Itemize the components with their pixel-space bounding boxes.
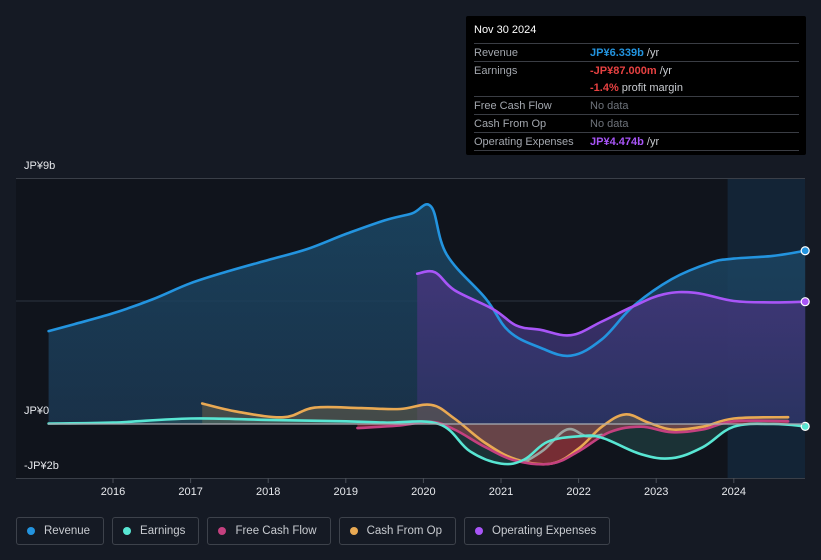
tooltip-value: -JP¥87.000m /yr bbox=[590, 63, 672, 79]
legend-label: Earnings bbox=[140, 525, 186, 537]
x-tick-label: 2020 bbox=[411, 486, 435, 498]
x-tick-label: 2017 bbox=[178, 486, 202, 498]
x-tick-label: 2019 bbox=[334, 486, 358, 498]
tooltip-value: No data bbox=[590, 116, 629, 132]
tooltip-value-amount: -JP¥87.000m bbox=[590, 65, 657, 77]
legend-label: Free Cash Flow bbox=[235, 525, 317, 537]
legend-dot-icon bbox=[475, 527, 484, 535]
tooltip: Nov 30 2024 Revenue JP¥6.339b /yr Earnings… bbox=[466, 16, 806, 155]
legend-item-cash-from-op[interactable]: Cash From Op bbox=[338, 517, 457, 545]
tooltip-key: Cash From Op bbox=[474, 118, 547, 130]
end-marker-operating-expenses[interactable] bbox=[800, 297, 810, 307]
legend-item-earnings[interactable]: Earnings bbox=[112, 517, 200, 545]
tooltip-value: -1.4% profit margin bbox=[590, 80, 683, 96]
tooltip-value: JP¥4.474b /yr bbox=[590, 134, 659, 150]
tooltip-row-operating-expenses: Operating Expenses JP¥4.474b /yr bbox=[474, 133, 799, 151]
tooltip-value-amount: No data bbox=[590, 100, 629, 112]
tooltip-value-unit: /yr bbox=[643, 136, 660, 148]
tooltip-row-revenue: Revenue JP¥6.339b /yr bbox=[474, 44, 799, 62]
legend-item-free-cash-flow[interactable]: Free Cash Flow bbox=[207, 517, 331, 545]
legend-dot-icon bbox=[218, 527, 227, 535]
tooltip-key: Free Cash Flow bbox=[474, 100, 552, 112]
x-tick-label: 2018 bbox=[256, 486, 280, 498]
tooltip-value-unit: /yr bbox=[643, 47, 660, 59]
legend-item-operating-expenses[interactable]: Operating Expenses bbox=[464, 517, 611, 545]
tooltip-row-cash-from-op: Cash From Op No data bbox=[474, 115, 799, 133]
tooltip-value: No data bbox=[590, 98, 629, 114]
y-axis-label: JP¥9b bbox=[24, 160, 55, 172]
end-marker-revenue[interactable] bbox=[800, 246, 810, 256]
x-tick-label: 2021 bbox=[489, 486, 513, 498]
legend-label: Operating Expenses bbox=[492, 525, 597, 537]
tooltip-value: JP¥6.339b /yr bbox=[590, 45, 659, 61]
x-tick-label: 2022 bbox=[566, 486, 590, 498]
y-axis-label: JP¥0 bbox=[24, 405, 49, 417]
x-tick-label: 2016 bbox=[101, 486, 125, 498]
tooltip-key: Revenue bbox=[474, 47, 519, 59]
tooltip-key bbox=[474, 80, 590, 96]
tooltip-row-earnings: Earnings -JP¥87.000m /yr bbox=[474, 62, 799, 79]
tooltip-row-profit-margin: -1.4% profit margin bbox=[474, 79, 799, 97]
tooltip-key: Operating Expenses bbox=[474, 136, 574, 148]
x-tick-label: 2024 bbox=[722, 486, 746, 498]
x-tick-label: 2023 bbox=[644, 486, 668, 498]
legend-label: Cash From Op bbox=[366, 525, 443, 537]
tooltip-value-amount: No data bbox=[590, 118, 629, 130]
tooltip-value-amount: JP¥6.339b bbox=[590, 47, 644, 59]
legend-dot-icon bbox=[27, 527, 35, 535]
legend-label: Revenue bbox=[44, 525, 91, 537]
tooltip-value-unit: profit margin bbox=[618, 82, 683, 94]
tooltip-value-amount: -1.4% bbox=[590, 82, 619, 94]
legend-dot-icon bbox=[123, 527, 132, 535]
y-axis-label: -JP¥2b bbox=[24, 460, 59, 472]
legend-item-revenue[interactable]: Revenue bbox=[16, 517, 105, 545]
legend: Revenue Earnings Free Cash Flow Cash From O… bbox=[16, 517, 611, 545]
tooltip-value-amount: JP¥4.474b bbox=[590, 136, 644, 148]
tooltip-row-free-cash-flow: Free Cash Flow No data bbox=[474, 97, 799, 115]
tooltip-value-unit: /yr bbox=[656, 65, 672, 77]
tooltip-date: Nov 30 2024 bbox=[474, 24, 799, 44]
tooltip-key: Earnings bbox=[474, 65, 518, 77]
legend-dot-icon bbox=[349, 527, 358, 535]
